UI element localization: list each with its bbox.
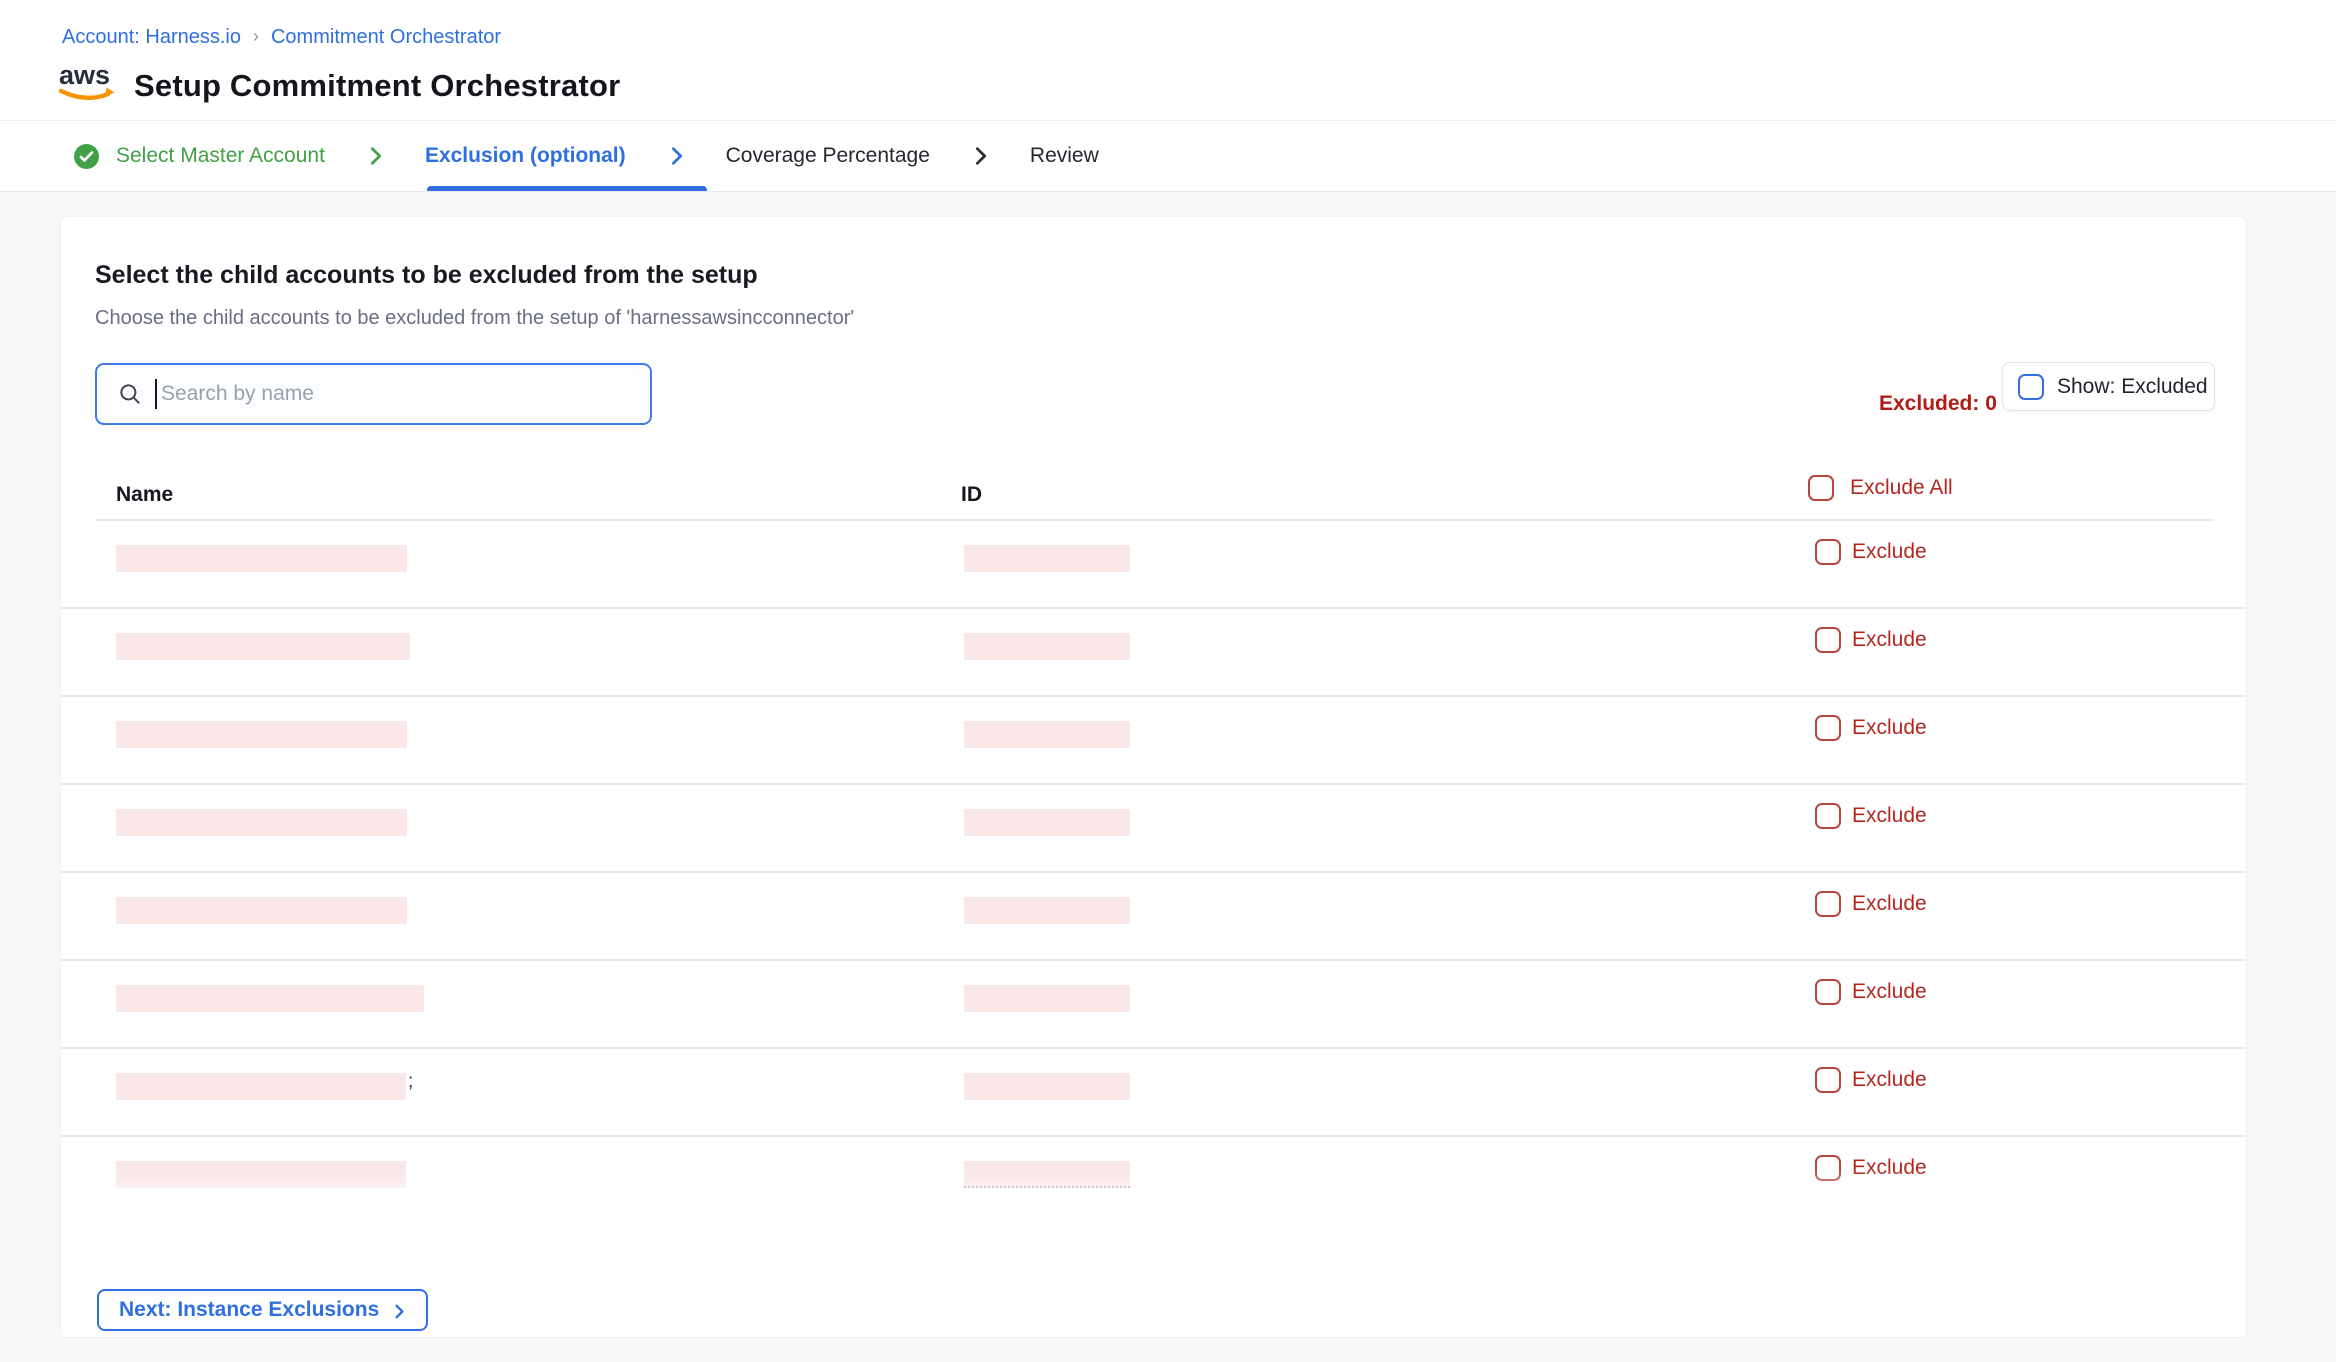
row-exclude-label: Exclude (1852, 628, 1927, 652)
excluded-counter: Excluded: 0 (1879, 392, 1997, 416)
exclusion-card: Select the child accounts to be excluded… (60, 216, 2247, 1338)
redacted-name (116, 1161, 406, 1188)
row-exclude-control[interactable]: Exclude (1815, 715, 1927, 741)
step-label[interactable]: Review (1030, 144, 1099, 168)
show-excluded-label: Show: Excluded (2057, 375, 2208, 399)
row-exclude-checkbox[interactable] (1815, 979, 1841, 1005)
step-coverage-percentage[interactable]: Coverage Percentage (726, 144, 930, 168)
redacted-name (116, 633, 410, 660)
show-excluded-toggle[interactable]: Show: Excluded (2002, 362, 2215, 411)
chevron-right-icon (391, 1303, 408, 1320)
redacted-id (964, 1073, 1130, 1100)
step-completed-check-icon (74, 144, 99, 169)
redacted-id (964, 633, 1130, 660)
row-exclude-checkbox[interactable] (1815, 803, 1841, 829)
step-label[interactable]: Coverage Percentage (726, 144, 930, 168)
redacted-name (116, 985, 424, 1012)
breadcrumb-page-link[interactable]: Commitment Orchestrator (271, 26, 501, 49)
row-exclude-control[interactable]: Exclude (1815, 1067, 1927, 1093)
setup-commitment-orchestrator-screen: Account: Harness.io › Commitment Orchest… (0, 0, 2336, 1362)
row-exclude-label: Exclude (1852, 716, 1927, 740)
row-exclude-label: Exclude (1852, 804, 1927, 828)
redacted-name (116, 1073, 406, 1100)
column-header-name: Name (116, 483, 173, 507)
exclude-all-control[interactable]: Exclude All (1808, 475, 1953, 501)
redacted-name (116, 809, 407, 836)
name-remnant: ; (408, 1071, 413, 1093)
search-input[interactable] (161, 382, 650, 406)
table-row: Exclude (61, 1137, 2246, 1225)
row-exclude-control[interactable]: Exclude (1815, 979, 1927, 1005)
table-row: Exclude (61, 609, 2246, 697)
row-exclude-checkbox[interactable] (1815, 539, 1841, 565)
page-title: Setup Commitment Orchestrator (134, 68, 620, 104)
redacted-id (964, 809, 1130, 836)
table-row: Exclude (61, 521, 2246, 609)
next-instance-exclusions-button[interactable]: Next: Instance Exclusions (97, 1289, 428, 1331)
aws-logo-icon: aws (58, 60, 116, 111)
step-review[interactable]: Review (1030, 144, 1099, 168)
row-exclude-control[interactable]: Exclude (1815, 891, 1927, 917)
stepper-chevron-icon (970, 145, 992, 167)
exclude-all-checkbox[interactable] (1808, 475, 1834, 501)
row-exclude-control[interactable]: Exclude (1815, 803, 1927, 829)
row-exclude-control[interactable]: Exclude (1815, 539, 1927, 565)
table-row: Exclude (61, 697, 2246, 785)
active-step-underline (427, 186, 707, 191)
redacted-id (964, 721, 1130, 748)
row-exclude-checkbox[interactable] (1815, 1155, 1841, 1181)
row-exclude-control[interactable]: Exclude (1815, 627, 1927, 653)
redacted-name (116, 721, 407, 748)
stepper-chevron-icon (365, 145, 387, 167)
step-select-master-account[interactable]: Select Master Account (74, 144, 325, 169)
svg-text:aws: aws (59, 60, 110, 90)
row-exclude-checkbox[interactable] (1815, 891, 1841, 917)
table-row: Exclude (61, 785, 2246, 873)
step-label[interactable]: Exclusion (optional) (425, 144, 626, 168)
text-cursor (155, 379, 157, 409)
page-header: aws Setup Commitment Orchestrator (58, 60, 620, 111)
redacted-name (116, 897, 407, 924)
row-exclude-checkbox[interactable] (1815, 627, 1841, 653)
redacted-id (964, 897, 1130, 924)
row-exclude-control[interactable]: Exclude (1815, 1155, 1927, 1181)
row-exclude-checkbox[interactable] (1815, 715, 1841, 741)
step-exclusion-optional[interactable]: Exclusion (optional) (425, 144, 626, 168)
row-exclude-label: Exclude (1852, 892, 1927, 916)
table-row: Exclude (61, 961, 2246, 1049)
card-heading: Select the child accounts to be excluded… (95, 261, 758, 290)
table-row: Exclude (61, 873, 2246, 961)
card-subheading: Choose the child accounts to be excluded… (95, 307, 854, 330)
breadcrumb-account-link[interactable]: Account: Harness.io (62, 26, 241, 49)
breadcrumb-separator-icon: › (253, 26, 259, 47)
row-exclude-label: Exclude (1852, 1156, 1927, 1180)
exclude-all-label: Exclude All (1850, 476, 1953, 500)
row-exclude-label: Exclude (1852, 1068, 1927, 1092)
row-exclude-checkbox[interactable] (1815, 1067, 1841, 1093)
search-box[interactable] (95, 363, 652, 425)
redacted-id (964, 545, 1130, 572)
table-header: Name ID Exclude All (61, 475, 2246, 521)
step-label[interactable]: Select Master Account (116, 144, 325, 168)
wizard-stepper: Select Master Account Exclusion (optiona… (0, 121, 2336, 192)
show-excluded-checkbox[interactable] (2018, 374, 2044, 400)
redacted-id (964, 985, 1130, 1012)
row-exclude-label: Exclude (1852, 540, 1927, 564)
search-icon (117, 381, 143, 407)
row-exclude-label: Exclude (1852, 980, 1927, 1004)
stepper-chevron-icon (666, 145, 688, 167)
breadcrumb: Account: Harness.io › Commitment Orchest… (62, 26, 501, 49)
next-button-label: Next: Instance Exclusions (119, 1298, 379, 1322)
redacted-id (964, 1161, 1130, 1188)
table-rows: Exclude Exclude Exclude Exclude Excl (61, 521, 2246, 1225)
table-row: ; Exclude (61, 1049, 2246, 1137)
column-header-id: ID (961, 483, 982, 507)
redacted-name (116, 545, 407, 572)
